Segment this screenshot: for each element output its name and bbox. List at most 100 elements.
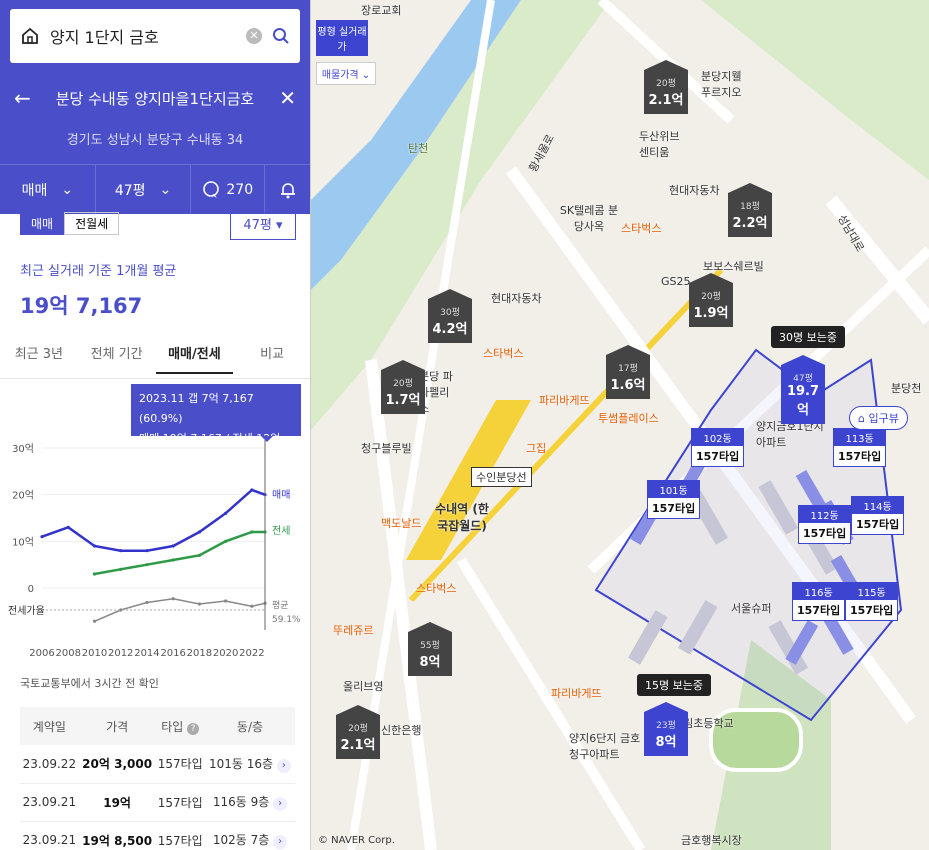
marker-size: 18평 [740,202,760,212]
building-label[interactable]: 116동 157타입 [792,582,846,621]
seg-jeonse[interactable]: 전월세 [64,212,120,235]
cell-date: 23.09.22 [20,745,79,784]
help-icon[interactable]: ? [187,722,200,735]
map-label[interactable]: 청구블루빌 [361,440,412,456]
clear-icon[interactable]: ✕ [246,28,262,44]
data-point [40,535,44,539]
map-label[interactable]: 스타벅스 [483,345,523,361]
map-label[interactable]: 스타벅스 [416,580,456,596]
tab-compare[interactable]: 비교 [233,340,310,374]
marker-size: 17평 [618,364,638,374]
search-box[interactable]: 양지 1단지 금호 ✕ [10,9,300,63]
chart-area-select[interactable]: 47평 ▾ [230,212,296,240]
building-type: 157타입 [797,604,841,617]
marker-size: 23평 [656,721,676,731]
map-label[interactable]: 두산위브 센티움 [639,128,689,160]
station-label[interactable]: 수내역 (한국잡월드) [431,500,493,534]
map-label[interactable]: 그집 [526,440,546,456]
price-filter[interactable]: 매물가격 ⌄ [316,62,376,85]
area-select[interactable]: 47평 ⌄ [96,165,192,214]
marker-size: 30평 [440,308,460,318]
table-row[interactable]: 23.09.22 20억 3,000 157타입 101동 16층 › [20,745,295,784]
map-label[interactable]: 서울슈퍼 [731,600,771,616]
map-label[interactable]: 파리바게뜨 [539,392,590,408]
building-label[interactable]: 102동 157타입 [691,428,745,467]
map-label[interactable]: GS25 [661,275,691,288]
building-label[interactable]: 115동 157타입 [845,582,899,621]
chevron-right-icon[interactable]: › [273,835,288,849]
price-marker[interactable]: 55평 8억 [408,622,452,676]
search-input[interactable]: 양지 1단지 금호 [50,24,236,48]
map-label[interactable]: 뚜레쥬르 [333,622,373,638]
map-label[interactable]: 신한은행 [381,722,421,738]
comments-button[interactable]: 270 [191,165,266,214]
seg-sale[interactable]: 매매 [20,212,65,235]
deal-type-select[interactable]: 매매 ⌄ [0,165,96,214]
building-label[interactable]: 113동 157타입 [833,428,887,467]
price-marker-selected[interactable]: 47평 19.7억 [781,355,825,424]
cell-floor: 101동 16층 › [204,745,295,784]
map-label[interactable]: 금호행복시장 [681,832,742,848]
map-label[interactable]: SK텔레콤 분당사옥 [559,202,619,234]
layer-toggle[interactable]: 평형 실거래가 [316,20,368,56]
building-label[interactable]: 101동 157타입 [647,480,701,519]
y-tick-label: 30억 [12,443,34,455]
building-label[interactable]: 114동 157타입 [851,496,905,535]
data-source-note: 국토교통부에서 3시간 전 확인 [20,677,159,690]
data-point [119,549,123,553]
data-point [250,604,254,608]
map-label[interactable]: 보보스쉐르빌 [703,258,764,274]
building-label[interactable]: 112동 157타입 [798,505,852,544]
complex-header: ← 분당 수내동 양지마을1단지금호 ✕ 경기도 성남시 분당구 수내동 34 … [0,74,310,214]
map-label[interactable]: 스타벅스 [621,220,661,236]
map-label[interactable]: 현대자동차 [491,290,542,306]
transactions-table: 계약일 가격 타입 ? 동/층 23.09.22 20억 3,000 157타입… [20,707,295,850]
price-marker[interactable]: 20평 1.7억 [381,360,425,414]
entrance-view-button[interactable]: ⌂ 입구뷰 [849,406,908,430]
complex-address: 경기도 성남시 분당구 수내동 34 [66,133,244,148]
legend-jeonse: 전세 [272,525,290,537]
data-point [119,567,123,571]
price-marker-selected[interactable]: 23평 8억 [644,702,688,756]
back-arrow-icon[interactable]: ← [14,86,31,110]
cell-price: 19억 8,500 [78,821,156,850]
map-label[interactable]: 올리브영 [343,678,383,694]
comments-count: 270 [226,181,254,198]
y-tick-label: 0 [28,584,34,595]
price-chart[interactable]: 30억20억10억02006 2008 2010 2012 2014 2016 2018 20… [0,440,311,665]
map-label[interactable]: 분당지웰 푸르지오 [701,68,751,100]
search-bar: 양지 1단지 금호 ✕ [0,0,310,74]
price-marker[interactable]: 20평 2.1억 [336,705,380,759]
tab-sale-jeonse[interactable]: 매매/전세 [155,340,234,374]
map-label[interactable]: 장로교회 [361,2,401,18]
chevron-right-icon[interactable]: › [273,797,288,811]
map-label[interactable]: 맥도날드 [381,515,421,531]
map-label[interactable]: 분당 파라펠리스 [419,368,459,416]
notification-button[interactable] [265,165,310,214]
map-label[interactable]: 투썸플레이스 [598,410,659,426]
price-marker[interactable]: 20평 1.9억 [689,273,733,327]
map-label[interactable]: 현대자동차 [669,182,720,198]
tab-all-period[interactable]: 전체 기간 [78,340,156,374]
col-price: 가격 [78,707,156,745]
price-marker[interactable]: 18평 2.2억 [728,183,772,237]
marker-price: 1.6억 [610,378,646,393]
marker-size: 20평 [348,724,368,734]
marker-size: 20평 [656,79,676,89]
table-row[interactable]: 23.09.21 19억 8,500 157타입 102동 7층 › [20,821,295,850]
table-row[interactable]: 23.09.21 19억 157타입 116동 9층 › [20,783,295,822]
line-label[interactable]: 수인분당선 [471,467,532,487]
map-label[interactable]: 파리바게뜨 [551,685,602,701]
search-icon[interactable] [272,27,290,45]
marker-price: 2.2억 [732,216,768,231]
home-icon[interactable] [20,26,40,46]
price-marker[interactable]: 20평 2.1억 [644,60,688,114]
close-icon[interactable]: ✕ [279,86,296,110]
map-label[interactable]: 양지6단지 금호청구아파트 [569,730,649,762]
map-view[interactable]: 장로교회 탄천 황새울로 SK텔레콤 분당사옥 스타벅스 현대자동차 스타벅스 … [311,0,929,850]
tab-recent-3y[interactable]: 최근 3년 [0,340,78,374]
chevron-right-icon[interactable]: › [276,758,291,773]
price-marker[interactable]: 30평 4.2억 [428,289,472,343]
price-marker[interactable]: 17평 1.6억 [606,345,650,399]
data-point [197,553,202,557]
